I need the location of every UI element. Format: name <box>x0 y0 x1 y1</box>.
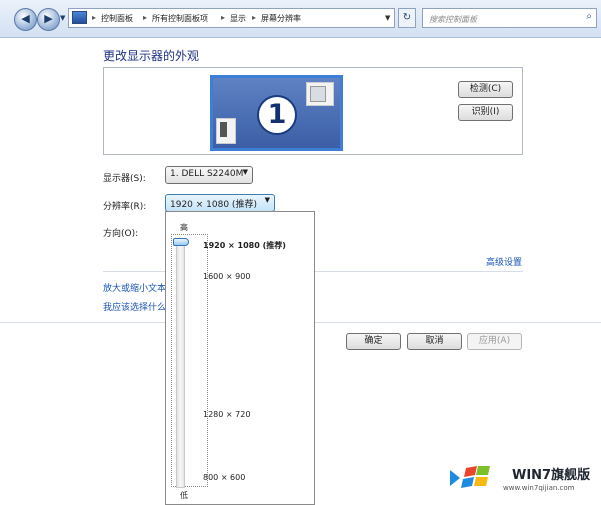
display-label: 显示器(S): <box>103 174 146 184</box>
address-dropdown-icon[interactable]: ▼ <box>385 14 390 22</box>
back-button[interactable]: ◀ <box>14 8 37 31</box>
monitor-number-badge: 1 <box>257 95 297 135</box>
watermark-text: WIN7旗舰版 <box>512 468 591 483</box>
resolution-select[interactable]: 1920 × 1080 (推荐) ▼ <box>165 194 275 212</box>
chevron-down-icon: ▼ <box>242 168 248 176</box>
search-box[interactable]: ⌕ <box>422 8 597 28</box>
watermark-url: www.win7qijian.com <box>503 484 575 492</box>
resolution-slider-track[interactable] <box>176 244 185 488</box>
breadcrumb-screen-resolution[interactable]: 屏幕分辨率 <box>261 13 301 24</box>
text-size-link[interactable]: 放大或缩小文本 <box>103 281 166 294</box>
advanced-settings-link[interactable]: 高级设置 <box>486 255 522 268</box>
page-title: 更改显示器的外观 <box>103 49 200 63</box>
back-arrow-icon: ◀ <box>21 12 30 25</box>
computer-tower-icon <box>216 118 236 144</box>
breadcrumb-separator-icon: ▸ <box>92 13 97 22</box>
resolution-option[interactable]: 1280 × 720 <box>203 410 250 419</box>
apply-button[interactable]: 应用(A) <box>467 333 522 350</box>
breadcrumb-separator-icon: ▸ <box>252 13 257 22</box>
breadcrumb-display[interactable]: 显示 <box>230 13 246 24</box>
slider-high-label: 高 <box>180 223 188 232</box>
breadcrumb-separator-icon: ▸ <box>221 13 226 22</box>
ok-button[interactable]: 确定 <box>346 333 401 350</box>
search-icon[interactable]: ⌕ <box>586 11 592 22</box>
monitor-thumbnail-icon <box>306 82 334 106</box>
breadcrumb-separator-icon: ▸ <box>143 13 148 22</box>
forward-arrow-icon: ▶ <box>44 12 53 25</box>
identify-button[interactable]: 识别(I) <box>458 104 513 121</box>
refresh-icon: ↻ <box>402 12 412 23</box>
breadcrumb-control-panel[interactable]: 控制面板 <box>101 13 133 24</box>
refresh-button[interactable]: ↻ <box>398 8 416 28</box>
address-bar[interactable]: ▸ 控制面板 ▸ 所有控制面板项 ▸ 显示 ▸ 屏幕分辨率 ▼ <box>68 8 395 28</box>
windows-logo-icon <box>444 460 504 496</box>
resolution-option[interactable]: 1600 × 900 <box>203 272 250 281</box>
cancel-button[interactable]: 取消 <box>407 333 462 350</box>
detect-button[interactable]: 检测(C) <box>458 81 513 98</box>
slider-low-label: 低 <box>180 491 188 500</box>
control-panel-icon <box>72 11 87 24</box>
resolution-option[interactable]: 1920 × 1080 (推荐) <box>203 240 286 251</box>
forward-button[interactable]: ▶ <box>37 8 60 31</box>
recent-pages-chevron-icon[interactable]: ▼ <box>60 14 65 22</box>
which-setting-link[interactable]: 我应该选择什么 <box>103 300 166 313</box>
display-select-value: 1. DELL S2240M <box>170 169 244 179</box>
resolution-slider-thumb[interactable] <box>173 238 189 246</box>
orientation-label: 方向(O): <box>103 229 139 239</box>
chevron-down-icon: ▼ <box>264 196 270 204</box>
resolution-label: 分辨率(R): <box>103 202 147 212</box>
breadcrumb-all-items[interactable]: 所有控制面板项 <box>152 13 208 24</box>
display-select[interactable]: 1. DELL S2240M ▼ <box>165 166 253 184</box>
search-input[interactable] <box>427 10 581 28</box>
resolution-select-value: 1920 × 1080 (推荐) <box>170 200 257 210</box>
resolution-option[interactable]: 800 × 600 <box>203 473 245 482</box>
